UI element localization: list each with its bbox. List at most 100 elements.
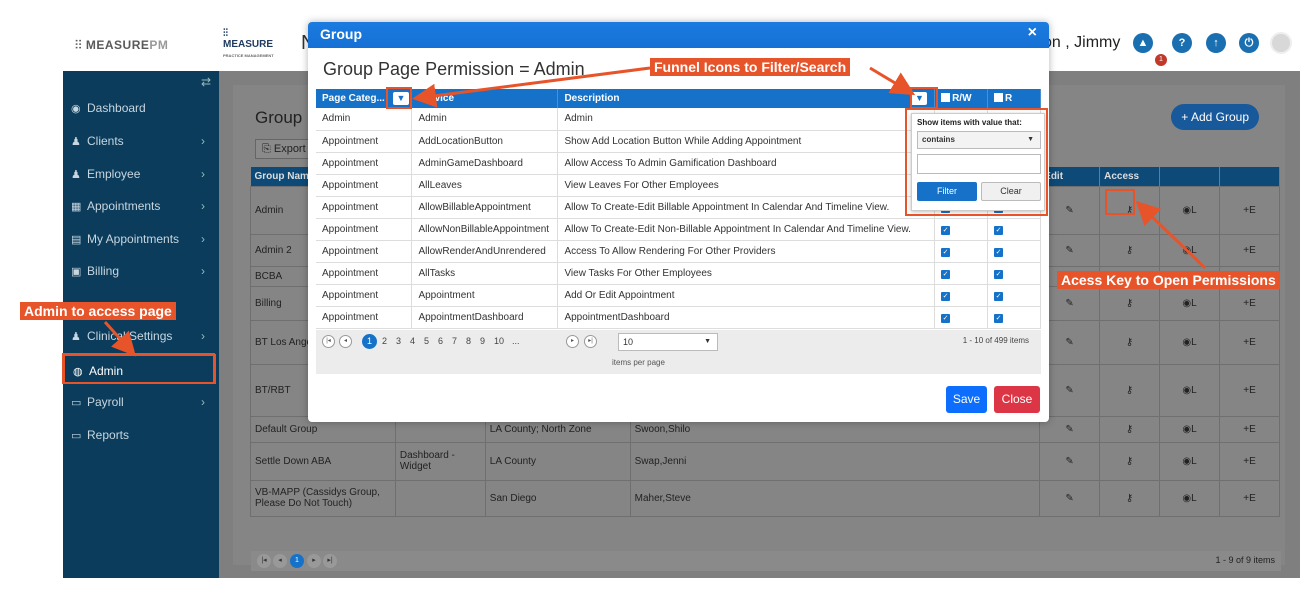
pencil-icon[interactable]: ✎ — [1039, 441, 1101, 481]
close-button[interactable]: Close — [994, 386, 1040, 413]
select-all-rw-checkbox[interactable] — [941, 93, 951, 102]
cell-rw: ✓ — [934, 262, 989, 285]
add-icon[interactable]: +E — [1219, 185, 1280, 235]
rw-checkbox[interactable]: ✓ — [941, 247, 951, 257]
add-icon[interactable]: +E — [1219, 319, 1280, 365]
sidebar-item-payroll[interactable]: ▭ Payroll › — [63, 387, 219, 417]
sidebar-item-reports[interactable]: ▭ Reports — [63, 420, 219, 450]
page-8-button[interactable]: 8 — [466, 336, 471, 346]
column-header-service[interactable]: Service — [411, 89, 559, 108]
page-3-button[interactable]: 3 — [396, 336, 401, 346]
table-row[interactable]: Settle Down ABA Dashboard - Widget LA Coun… — [250, 441, 1280, 481]
view-icon[interactable]: ◉L — [1159, 185, 1220, 235]
add-icon[interactable]: +E — [1219, 479, 1280, 517]
user-name[interactable]: on , Jimmy — [1043, 34, 1120, 52]
view-icon[interactable]: ◉L — [1159, 285, 1220, 321]
select-all-r-checkbox[interactable] — [994, 93, 1004, 102]
page-2-button[interactable]: 2 — [382, 336, 387, 346]
add-icon[interactable]: +E — [1219, 363, 1280, 417]
rw-checkbox[interactable]: ✓ — [941, 225, 951, 235]
key-icon[interactable]: ⚷ — [1099, 233, 1161, 267]
rw-checkbox[interactable]: ✓ — [941, 313, 951, 323]
table-row[interactable]: VB-MAPP (Cassidys Group, Please Do Not T… — [250, 479, 1280, 517]
add-icon[interactable]: +E — [1219, 233, 1280, 267]
callout-admin: Admin to access page — [20, 302, 176, 320]
rw-checkbox[interactable]: ✓ — [941, 291, 951, 301]
pencil-icon[interactable]: ✎ — [1039, 479, 1101, 517]
key-icon[interactable]: ⚷ — [1099, 479, 1161, 517]
brand-logo-mark-icon: ⫶⫶ — [75, 38, 83, 52]
key-icon[interactable]: ⚷ — [1099, 319, 1161, 365]
page-size-select[interactable]: 10 ▼ — [618, 333, 718, 351]
add-icon[interactable]: +E — [1219, 441, 1280, 481]
page-6-button[interactable]: 6 — [438, 336, 443, 346]
avatar[interactable] — [1270, 32, 1292, 54]
r-checkbox[interactable]: ✓ — [994, 269, 1004, 279]
key-icon[interactable]: ⚷ — [1099, 415, 1161, 443]
page-more-button[interactable]: ... — [512, 336, 520, 346]
page-7-button[interactable]: 7 — [452, 336, 457, 346]
add-icon[interactable]: +E — [1219, 285, 1280, 321]
first-page-icon[interactable]: |◂ — [257, 554, 271, 568]
sidebar-item-clinical-settings[interactable]: ♟ Clinical Settings › — [63, 321, 219, 351]
key-icon[interactable]: ⚷ — [1099, 441, 1161, 481]
last-page-icon[interactable]: ▸| — [584, 335, 597, 348]
add-icon[interactable]: +E — [1219, 415, 1280, 443]
view-icon[interactable]: ◉L — [1159, 319, 1220, 365]
key-icon[interactable]: ⚷ — [1099, 363, 1161, 417]
page-10-button[interactable]: 10 — [494, 336, 504, 346]
pencil-icon[interactable]: ✎ — [1039, 415, 1101, 443]
export-button[interactable]: ⎘ Export — [255, 139, 313, 159]
column-header-r[interactable]: R — [987, 89, 1041, 108]
calendar-check-icon: ▤ — [71, 234, 82, 246]
bell-icon[interactable]: ▲ — [1133, 33, 1153, 53]
sidebar-item-my-appointments[interactable]: ▤ My Appointments › — [63, 224, 219, 254]
page-4-button[interactable]: 4 — [410, 336, 415, 346]
first-page-icon[interactable]: |◂ — [322, 335, 335, 348]
sidebar-item-dashboard[interactable]: ◉ Dashboard — [63, 93, 219, 123]
last-page-icon[interactable]: ▸| — [323, 554, 337, 568]
table-row[interactable]: Appointment AllTasks View Tasks For Other … — [316, 262, 1041, 285]
upload-icon[interactable]: ↑ — [1206, 33, 1226, 53]
close-icon[interactable]: × — [1028, 24, 1037, 42]
page-1-button[interactable]: 1 — [290, 554, 304, 568]
add-group-button[interactable]: + Add Group — [1171, 104, 1259, 130]
sidebar-item-clients[interactable]: ♟ Clients › — [63, 126, 219, 156]
power-icon[interactable]: ⏻ — [1239, 33, 1259, 53]
next-page-icon[interactable]: ▸ — [307, 554, 321, 568]
next-page-icon[interactable]: ▸ — [566, 335, 579, 348]
r-checkbox[interactable]: ✓ — [994, 313, 1004, 323]
table-row[interactable]: Appointment AllowNonBillableAppointment Al… — [316, 218, 1041, 241]
view-icon[interactable]: ◉L — [1159, 479, 1220, 517]
r-checkbox[interactable]: ✓ — [994, 247, 1004, 257]
page-5-button[interactable]: 5 — [424, 336, 429, 346]
table-row[interactable]: Appointment AppointmentDashboard Appointme… — [316, 306, 1041, 329]
r-checkbox[interactable]: ✓ — [994, 291, 1004, 301]
view-icon[interactable]: ◉L — [1159, 233, 1220, 267]
key-icon[interactable]: ⚷ — [1099, 285, 1161, 321]
sidebar-item-appointments[interactable]: ▦ Appointments › — [63, 191, 219, 221]
prev-page-icon[interactable]: ◂ — [339, 335, 352, 348]
table-row[interactable]: Appointment AllowRenderAndUnrendered Acces… — [316, 240, 1041, 263]
prev-page-icon[interactable]: ◂ — [273, 554, 287, 568]
column-header-description[interactable]: Description ▼ — [557, 89, 936, 108]
help-icon[interactable]: ? — [1172, 33, 1192, 53]
view-icon[interactable]: ◉L — [1159, 363, 1220, 417]
sidebar-item-billing[interactable]: ▣ Billing › — [63, 256, 219, 286]
sidebar-item-employee[interactable]: ♟ Employee › — [63, 159, 219, 189]
column-header-rw[interactable]: R/W — [934, 89, 989, 108]
page-9-button[interactable]: 9 — [480, 336, 485, 346]
page-1-button[interactable]: 1 — [362, 334, 377, 349]
page-size-label: items per page — [612, 358, 665, 367]
view-icon[interactable]: ◉L — [1159, 441, 1220, 481]
brand-logo[interactable]: ⫶⫶ MEASUREPM — [75, 38, 168, 53]
cell-service: AppointmentDashboard — [411, 306, 559, 329]
save-button[interactable]: Save — [946, 386, 987, 413]
r-checkbox[interactable]: ✓ — [994, 225, 1004, 235]
cell-page-category: Appointment — [316, 174, 413, 197]
table-row[interactable]: Appointment Appointment Add Or Edit Appoin… — [316, 284, 1041, 307]
view-icon[interactable]: ◉L — [1159, 415, 1220, 443]
rw-checkbox[interactable]: ✓ — [941, 269, 951, 279]
sidebar-toggle-icon[interactable]: ⇄ — [201, 75, 211, 89]
modal-header: Group — [308, 22, 1049, 48]
